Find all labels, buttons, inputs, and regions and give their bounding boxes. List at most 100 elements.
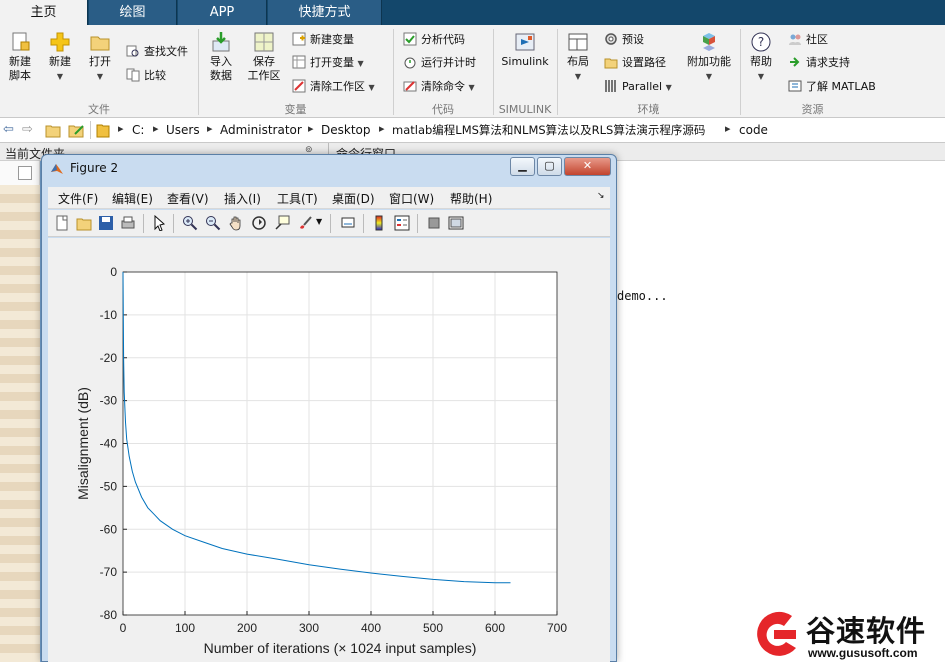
request-support-button[interactable]: 请求支持 [788,54,850,72]
new-script-button[interactable]: 新建 脚本 [4,31,36,83]
path-code[interactable]: code [739,122,768,138]
path-project-folder[interactable]: matlab编程LMS算法和NLMS算法以及RLS算法演示程序源码 [392,122,705,138]
new-variable-button[interactable]: 新建变量 [292,31,354,49]
import-data-button[interactable]: 导入 数据 [204,31,238,83]
learn-matlab-label: 了解 MATLAB [806,80,876,93]
run-and-time-button[interactable]: 运行并计时 [403,54,476,72]
menu-view[interactable]: 查看(V) [167,190,209,207]
add-ons-icon [703,33,715,51]
misalignment-plot[interactable]: 0 100 200 300 400 500 600 700 0 -10 -20 -30 -40 -50 -6… [48,238,610,662]
clear-workspace-button[interactable]: 清除工作区 ▼ [292,78,375,96]
help-label: 帮助 [750,55,772,68]
menu-window[interactable]: 窗口(W) [389,190,434,207]
path-users[interactable]: Users [166,122,200,138]
toolbar-divider [363,214,364,233]
resources-group-label: 资源 [801,103,824,116]
set-path-button[interactable]: 设置路径 [604,54,666,72]
data-cursor-icon[interactable] [274,215,290,231]
legend-icon[interactable] [394,215,410,231]
layout-label: 布局 [567,55,589,68]
new-variable-label: 新建变量 [310,33,354,46]
zoom-out-icon[interactable] [205,215,221,231]
file-list[interactable] [0,185,40,662]
menu-edit[interactable]: 编辑(E) [112,190,153,207]
clear-commands-button[interactable]: 清除命令 ▼ [403,78,475,96]
browse-folder-icon[interactable] [68,123,86,138]
rotate-3d-icon[interactable] [251,215,267,231]
analyze-code-button[interactable]: 分析代码 [403,31,465,49]
preferences-button[interactable]: 预设 [604,31,644,49]
path-desktop[interactable]: Desktop [321,122,371,138]
new-button[interactable]: 新建 ▼ [44,31,76,84]
tab-shortcuts[interactable]: 快捷方式 [268,0,382,25]
figure-menubar: 文件(F) 编辑(E) 查看(V) 插入(I) 工具(T) 桌面(D) 窗口(W… [48,187,610,209]
x-tick-label: 100 [175,621,195,635]
analyze-code-label: 分析代码 [421,33,465,46]
menu-file[interactable]: 文件(F) [58,190,98,207]
save-workspace-button[interactable]: 保存 工作区 [244,31,284,83]
y-tick-label: -40 [100,437,118,451]
forward-arrow-icon[interactable]: ⇨ [22,122,33,137]
import-label-1: 导入 [210,55,232,68]
menu-tools[interactable]: 工具(T) [277,190,318,207]
tab-home[interactable]: 主页 [0,0,88,25]
open-label: 打开 [89,55,111,68]
save-icon[interactable] [98,215,114,231]
link-plot-icon[interactable] [340,215,356,231]
pointer-icon[interactable] [151,215,167,231]
open-button[interactable]: 打开 ▼ [84,31,116,84]
clear-commands-label: 清除命令 [421,80,465,93]
simulink-button[interactable]: Simulink [500,31,550,69]
path-drive[interactable]: C: [132,122,144,138]
close-button[interactable]: ✕ [564,157,611,176]
menubar-dock-icon[interactable]: ↘ [597,191,605,201]
layout-button[interactable]: 布局 ▼ [563,31,593,84]
path-separator-icon: ▸ [308,122,314,135]
path-administrator[interactable]: Administrator [220,122,302,138]
simulink-icon [515,33,535,51]
add-ons-button[interactable]: 附加功能 ▼ [684,31,734,84]
pan-hand-icon[interactable] [228,215,244,231]
print-icon[interactable] [120,215,136,231]
new-script-label-1: 新建 [9,55,31,68]
toolbar-divider [143,214,144,233]
menu-help[interactable]: 帮助(H) [450,190,492,207]
open-file-icon[interactable] [76,215,92,231]
watermark-url: www.gususoft.com [808,646,918,660]
address-bar: ⇦ ⇨ ▸ C: ▸ Users ▸ Administrator ▸ Deskt… [0,118,945,143]
back-arrow-icon[interactable]: ⇦ [3,122,14,137]
compare-button[interactable]: 比较 [126,67,166,85]
hide-plot-tools-icon[interactable] [426,215,442,231]
svg-text:?: ? [758,35,764,49]
new-figure-icon[interactable] [54,215,70,231]
zoom-in-icon[interactable] [182,215,198,231]
analyze-code-icon [403,32,417,46]
chevron-down-icon: ▼ [705,72,713,81]
figure-window[interactable]: Figure 2 ▁ ▢ ✕ 文件(F) 编辑(E) 查看(V) 插入(I) 工… [41,154,617,662]
compare-label: 比较 [144,69,166,82]
compare-icon [126,68,140,82]
save-ws-label-2: 工作区 [247,69,281,82]
tab-apps[interactable]: APP [178,0,267,25]
simulink-label: Simulink [501,55,549,68]
tab-plots[interactable]: 绘图 [89,0,177,25]
watermark-brand: 谷速软件 [806,614,927,648]
parallel-button[interactable]: Parallel ▼ [604,78,672,96]
brush-icon[interactable] [297,215,313,231]
show-plot-tools-icon[interactable] [448,215,464,231]
learn-matlab-button[interactable]: 了解 MATLAB [788,78,876,96]
find-files-button[interactable]: 查找文件 [126,43,188,61]
clear-commands-icon [403,81,417,92]
help-button[interactable]: ? 帮助 ▼ [746,31,776,84]
colorbar-icon[interactable] [371,215,387,231]
menu-insert[interactable]: 插入(I) [224,190,261,207]
parallel-icon [605,80,616,92]
chevron-down-icon[interactable]: ▼ [316,217,322,226]
folder-icon [90,36,110,51]
maximize-button[interactable]: ▢ [537,157,562,176]
menu-desktop[interactable]: 桌面(D) [332,190,375,207]
open-variable-button[interactable]: 打开变量 ▼ [292,54,364,72]
up-folder-icon[interactable] [45,123,61,138]
community-button[interactable]: 社区 [788,31,828,49]
minimize-button[interactable]: ▁ [510,157,535,176]
